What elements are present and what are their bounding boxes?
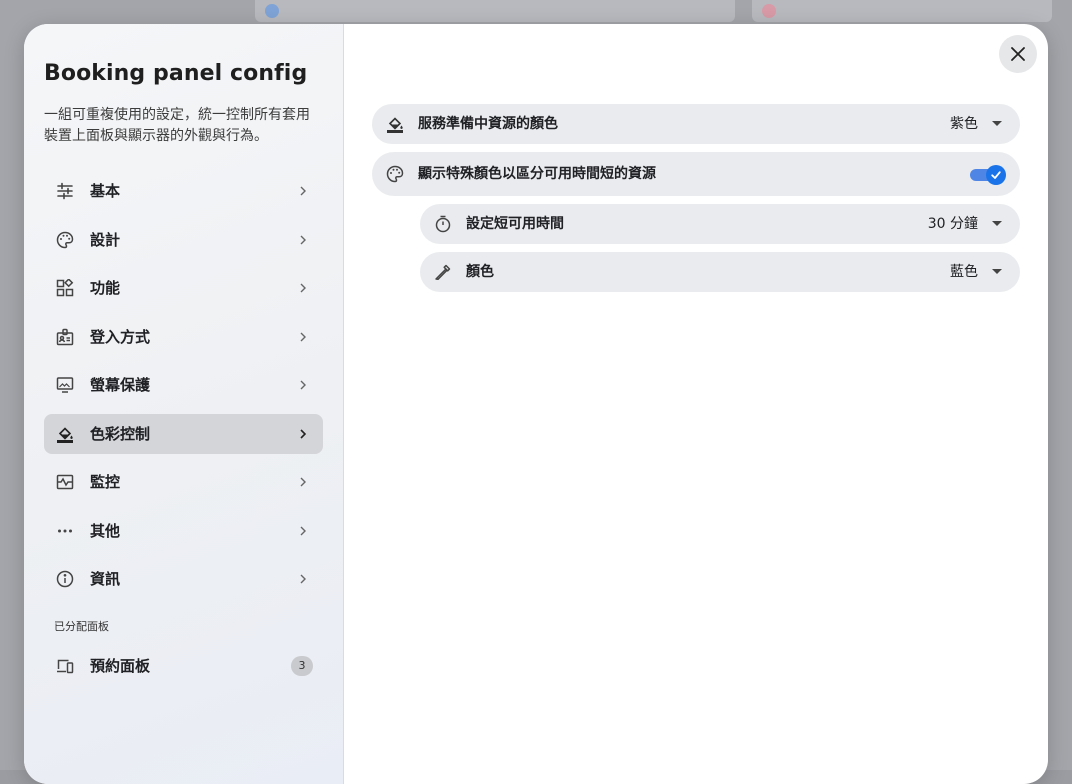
colorize-icon [434, 263, 452, 281]
chevron-right-icon [297, 330, 309, 344]
setting-label: 服務準備中資源的顏色 [418, 116, 558, 132]
sidebar-item-label: 基本 [90, 182, 121, 200]
sidebar-item-label: 資訊 [90, 570, 121, 588]
dialog-title: Booking panel config [44, 61, 308, 86]
monitoring-icon [56, 473, 74, 491]
assigned-panels-heading: 已分配面板 [54, 620, 109, 633]
chevron-right-icon [297, 233, 309, 247]
sidebar-item-screensaver[interactable]: 螢幕保護 [44, 365, 323, 405]
check-icon [991, 171, 1001, 179]
monitor-icon [56, 376, 74, 394]
dropdown-arrow-icon[interactable] [992, 221, 1002, 226]
close-icon [1011, 47, 1025, 61]
short-time-setting[interactable]: 設定短可用時間 30 分鐘 [420, 204, 1020, 244]
palette-icon [386, 165, 404, 183]
timer-icon [434, 215, 452, 233]
format-color-fill-icon [386, 115, 404, 133]
prep-color-setting[interactable]: 服務準備中資源的顏色 紫色 [372, 104, 1020, 144]
backdrop-toolbar [255, 0, 735, 22]
widgets-icon [56, 279, 74, 297]
sidebar-item-basic[interactable]: 基本 [44, 171, 323, 211]
sidebar-item-label: 監控 [90, 473, 121, 491]
dropdown-arrow-icon[interactable] [992, 121, 1002, 126]
backdrop-icon [265, 4, 279, 18]
sidebar-item-monitoring[interactable]: 監控 [44, 462, 323, 502]
chevron-right-icon [297, 572, 309, 586]
sidebar-item-label: 色彩控制 [90, 425, 151, 443]
more-horiz-icon [56, 522, 74, 540]
backdrop-toolbar-right [752, 0, 1052, 22]
setting-label: 顯示特殊顏色以區分可用時間短的資源 [418, 166, 656, 182]
tune-icon [56, 182, 74, 200]
special-color-toggle[interactable] [970, 165, 1006, 185]
config-dialog: Booking panel config 一組可重複使用的設定，統一控制所有套用… [24, 24, 1048, 784]
toggle-thumb [986, 165, 1006, 185]
sidebar-item-other[interactable]: 其他 [44, 511, 323, 551]
chevron-right-icon [297, 184, 309, 198]
prep-color-select[interactable]: 紫色 [950, 115, 978, 133]
dropdown-arrow-icon[interactable] [992, 269, 1002, 274]
palette-icon [56, 231, 74, 249]
special-color-setting: 顯示特殊顏色以區分可用時間短的資源 [372, 152, 1020, 196]
badge-icon [56, 328, 74, 346]
sidebar-item-login[interactable]: 登入方式 [44, 317, 323, 357]
close-button[interactable] [999, 35, 1037, 73]
format-color-fill-icon [56, 425, 74, 443]
sidebar-item-label: 螢幕保護 [90, 376, 151, 394]
sidebar-item-label: 設計 [90, 231, 121, 249]
sidebar-item-label: 預約面板 [90, 657, 151, 675]
sidebar-item-label: 登入方式 [90, 328, 151, 346]
chevron-right-icon [297, 281, 309, 295]
backdrop-icon [762, 4, 776, 18]
info-icon [56, 570, 74, 588]
settings-sidebar: Booking panel config 一組可重複使用的設定，統一控制所有套用… [24, 24, 344, 784]
sidebar-item-design[interactable]: 設計 [44, 220, 323, 260]
short-time-select[interactable]: 30 分鐘 [928, 215, 978, 233]
setting-label: 設定短可用時間 [466, 216, 564, 232]
chevron-right-icon [297, 427, 309, 441]
sidebar-item-info[interactable]: 資訊 [44, 559, 323, 599]
color-setting[interactable]: 顏色 藍色 [420, 252, 1020, 292]
sidebar-item-label: 功能 [90, 279, 121, 297]
dialog-description: 一組可重複使用的設定，統一控制所有套用裝置上面板與顯示器的外觀與行為。 [44, 107, 310, 144]
setting-label: 顏色 [466, 264, 494, 280]
count-badge: 3 [291, 656, 313, 676]
sidebar-item-features[interactable]: 功能 [44, 268, 323, 308]
sidebar-item-booking-panels[interactable]: 預約面板 3 [44, 646, 323, 686]
sidebar-item-color-control[interactable]: 色彩控制 [44, 414, 323, 454]
chevron-right-icon [297, 475, 309, 489]
color-select[interactable]: 藍色 [950, 263, 978, 281]
devices-icon [56, 657, 74, 675]
sidebar-item-label: 其他 [90, 522, 121, 540]
chevron-right-icon [297, 524, 309, 538]
chevron-right-icon [297, 378, 309, 392]
